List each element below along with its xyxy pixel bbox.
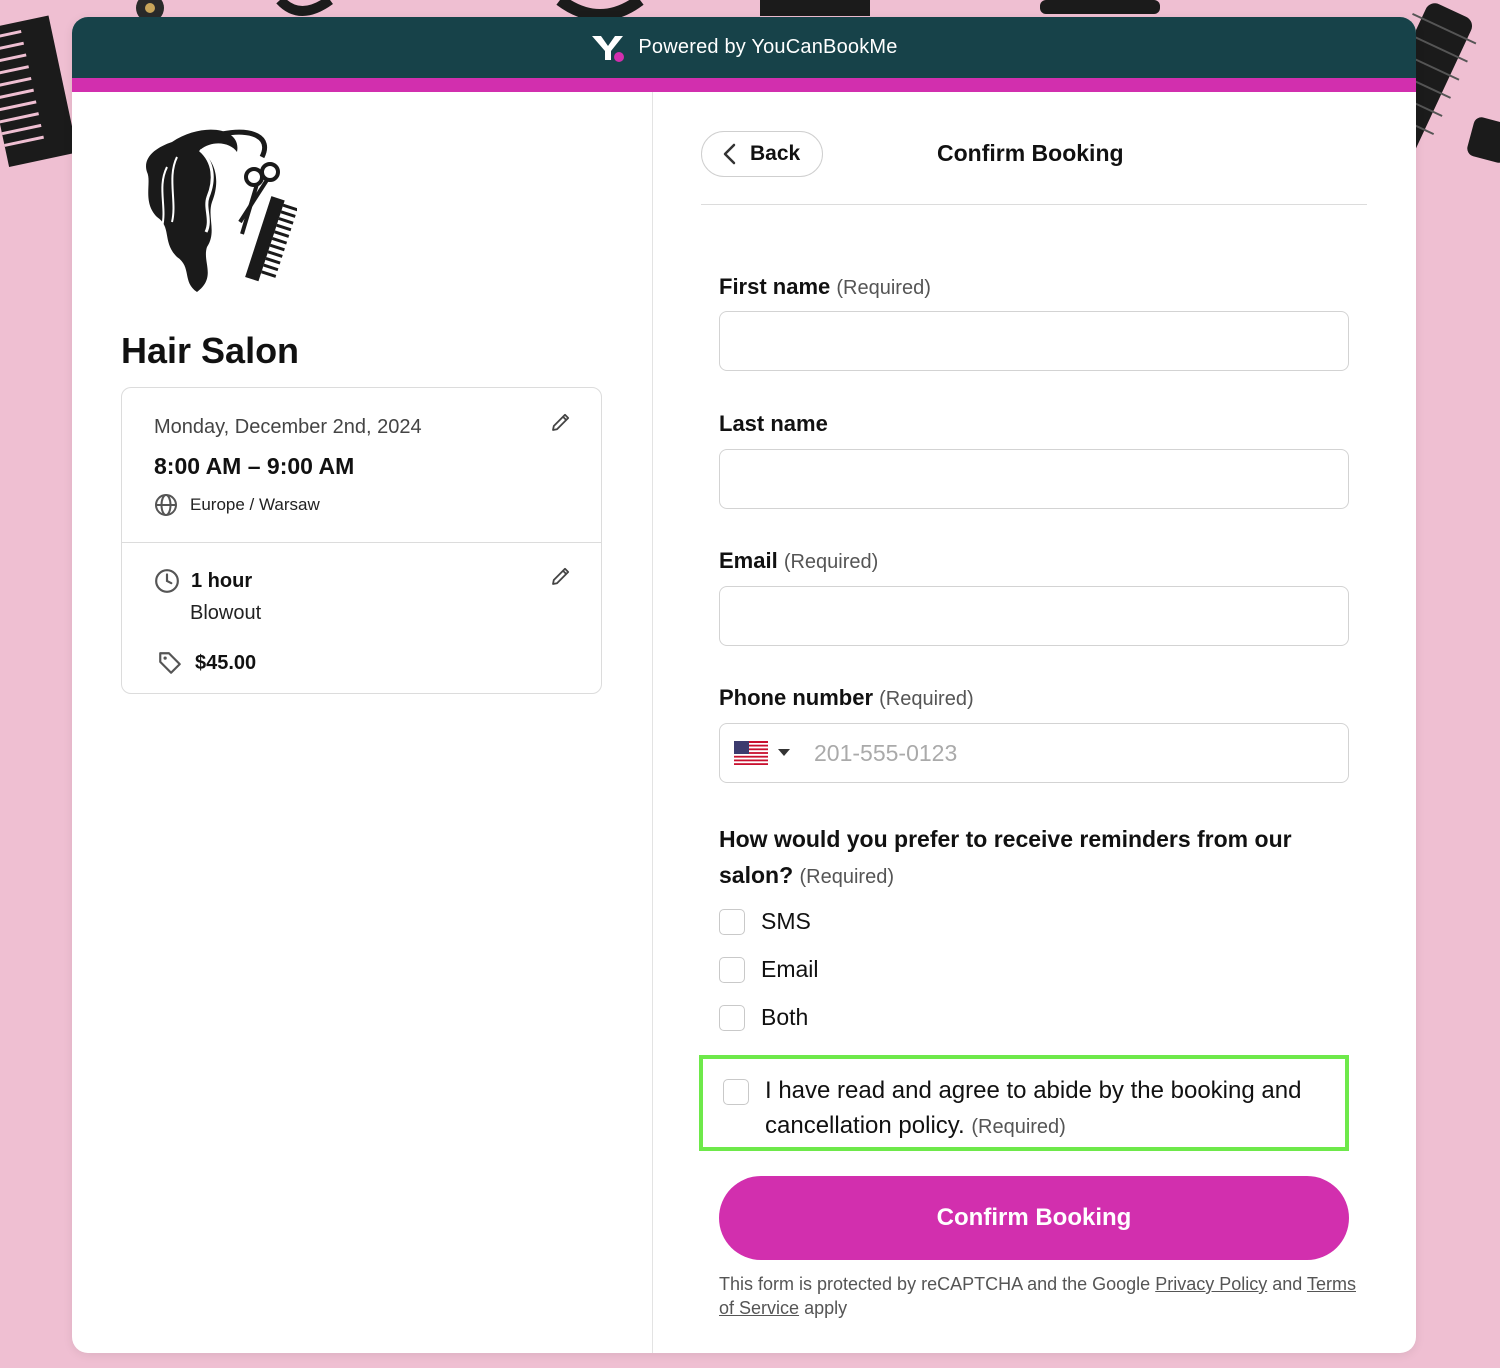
phone-input[interactable]	[812, 738, 1296, 768]
confirm-booking-button[interactable]: Confirm Booking	[719, 1176, 1349, 1260]
booking-date: Monday, December 2nd, 2024	[154, 416, 422, 438]
first-name-label-text: First name	[719, 274, 831, 299]
back-button[interactable]: Back	[701, 131, 823, 177]
price-tag-icon	[159, 652, 181, 674]
recaptcha-notice: This form is protected by reCAPTCHA and …	[719, 1272, 1359, 1320]
sms-checkbox[interactable]	[719, 908, 745, 935]
salon-name: Hair Salon	[121, 330, 300, 371]
policy-text: I have read and agree to abide by the bo…	[765, 1073, 1345, 1145]
last-name-label-text: Last name	[719, 411, 828, 436]
duration-row: 1 hour	[154, 568, 252, 594]
email-option-label: Email	[761, 956, 819, 982]
policy-highlight: I have read and agree to abide by the bo…	[699, 1055, 1349, 1151]
both-checkbox[interactable]	[719, 1004, 745, 1031]
us-flag-icon	[734, 741, 768, 765]
email-label-text: Email	[719, 548, 778, 573]
reminder-required: (Required)	[799, 866, 894, 888]
email-required: (Required)	[783, 551, 879, 573]
privacy-policy-link[interactable]: Privacy Policy	[1155, 1274, 1267, 1294]
recaptcha-suffix: apply	[804, 1298, 848, 1318]
policy-required: (Required)	[971, 1116, 1066, 1138]
globe-icon	[155, 494, 177, 516]
first-name-input[interactable]	[719, 311, 1349, 371]
phone-field	[719, 723, 1349, 783]
recaptcha-prefix: This form is protected by reCAPTCHA and …	[719, 1274, 1151, 1294]
reminder-option-both[interactable]: Both	[719, 1004, 808, 1031]
phone-required: (Required)	[879, 688, 974, 710]
policy-checkbox[interactable]	[723, 1079, 749, 1105]
chevron-left-icon	[723, 143, 736, 165]
email-input[interactable]	[719, 586, 1349, 646]
first-name-required: (Required)	[836, 277, 931, 299]
booking-form-panel: Back Confirm Booking First name (Require…	[653, 92, 1416, 1353]
booking-summary-box: Monday, December 2nd, 2024 8:00 AM – 9:0…	[121, 387, 602, 694]
last-name-label: Last name	[719, 411, 828, 437]
timezone-label: Europe / Warsaw	[190, 495, 320, 514]
recaptcha-middle: and	[1272, 1274, 1303, 1294]
reminder-option-email[interactable]: Email	[719, 956, 819, 983]
first-name-label: First name (Required)	[719, 274, 931, 300]
accent-bar	[72, 78, 1416, 92]
price-row: $45.00	[157, 650, 256, 676]
phone-label: Phone number (Required)	[719, 685, 974, 711]
top-bar: Powered by YouCanBookMe	[72, 17, 1416, 78]
service-name: Blowout	[190, 602, 262, 624]
booking-card: Powered by YouCanBookMe Hair Salon Monda…	[72, 17, 1416, 1353]
header-divider	[701, 204, 1367, 205]
both-label: Both	[761, 1004, 809, 1030]
booking-time-range: 8:00 AM – 9:00 AM	[154, 453, 355, 479]
reminder-question: How would you prefer to receive reminder…	[719, 821, 1349, 895]
form-title: Confirm Booking	[937, 140, 1124, 166]
last-name-input[interactable]	[719, 449, 1349, 509]
email-label: Email (Required)	[719, 548, 878, 574]
edit-datetime-pencil-icon[interactable]	[549, 410, 573, 434]
country-code-selector[interactable]	[734, 741, 790, 765]
sms-label: SMS	[761, 908, 811, 934]
powered-by-text: Powered by YouCanBookMe	[638, 36, 898, 58]
hair-salon-logo-icon	[146, 129, 297, 292]
datetime-section: Monday, December 2nd, 2024 8:00 AM – 9:0…	[122, 388, 601, 543]
email-checkbox[interactable]	[719, 956, 745, 983]
price-label: $45.00	[195, 651, 257, 674]
edit-service-pencil-icon[interactable]	[549, 564, 573, 588]
clock-icon	[155, 569, 179, 593]
timezone-row: Europe / Warsaw	[154, 493, 320, 517]
back-label: Back	[750, 142, 801, 165]
booking-summary-panel: Hair Salon Monday, December 2nd, 2024 8:…	[72, 92, 653, 1353]
duration-label: 1 hour	[191, 569, 253, 592]
caret-down-icon	[778, 749, 790, 756]
phone-label-text: Phone number	[719, 685, 874, 710]
reminder-option-sms[interactable]: SMS	[719, 908, 811, 935]
youcanbookme-logo-icon	[592, 35, 625, 62]
